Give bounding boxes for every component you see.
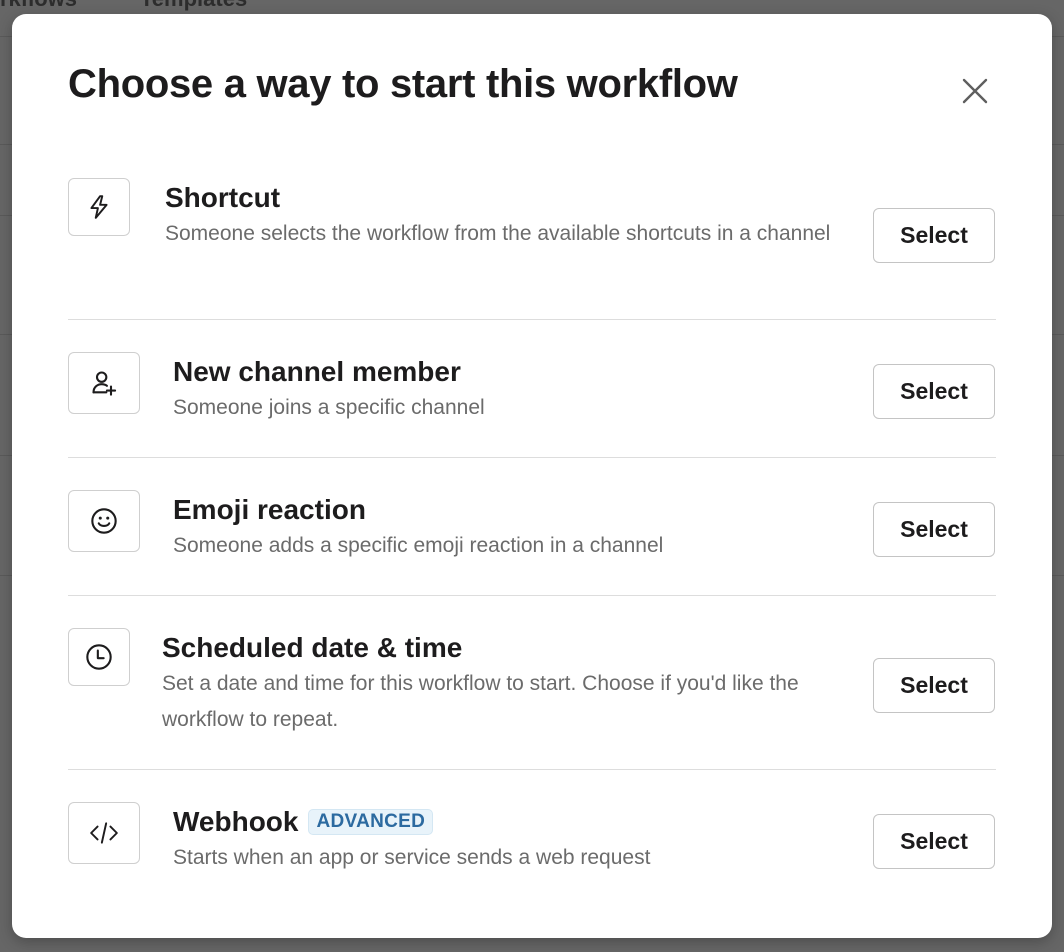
option-shortcut: Shortcut Someone selects the workflow fr… <box>68 178 996 308</box>
divider <box>68 595 996 596</box>
divider <box>68 457 996 458</box>
option-title: Scheduled date & time <box>162 632 463 663</box>
select-new-channel-member-button[interactable]: Select <box>873 364 995 419</box>
emoji-smile-icon <box>91 508 117 534</box>
clock-icon-box <box>68 628 130 686</box>
select-scheduled-date-time-button[interactable]: Select <box>873 658 995 713</box>
option-description: Set a date and time for this workflow to… <box>162 672 799 731</box>
user-add-icon <box>92 371 117 396</box>
bg-tab-workflows: rkflows <box>0 0 77 12</box>
clock-icon <box>86 644 112 670</box>
close-icon <box>962 78 988 104</box>
option-description: Someone adds a specific emoji reaction i… <box>173 534 664 557</box>
close-button[interactable] <box>958 74 992 108</box>
bg-tab-templates: Templates <box>140 0 247 12</box>
option-new-channel-member: New channel member Someone joins a speci… <box>68 352 996 452</box>
divider <box>68 769 996 770</box>
option-description: Starts when an app or service sends a we… <box>173 846 651 869</box>
shortcut-icon-box <box>68 178 130 236</box>
choose-trigger-modal: Choose a way to start this workflow Shor… <box>12 14 1052 938</box>
option-title-row: Webhook ADVANCED <box>173 806 863 838</box>
emoji-icon-box <box>68 490 140 552</box>
select-webhook-button[interactable]: Select <box>873 814 995 869</box>
member-icon-box <box>68 352 140 414</box>
lightning-bolt-icon <box>90 195 108 219</box>
modal-title: Choose a way to start this workflow <box>68 62 738 106</box>
divider <box>68 319 996 320</box>
option-title: New channel member <box>173 356 461 387</box>
select-emoji-reaction-button[interactable]: Select <box>873 502 995 557</box>
option-description: Someone joins a specific channel <box>173 396 485 419</box>
option-title: Webhook <box>173 806 299 837</box>
code-icon <box>90 822 118 844</box>
code-icon-box <box>68 802 140 864</box>
option-scheduled-date-time: Scheduled date & time Set a date and tim… <box>68 628 996 768</box>
option-webhook: Webhook ADVANCED Starts when an app or s… <box>68 802 996 902</box>
option-emoji-reaction: Emoji reaction Someone adds a specific e… <box>68 490 996 590</box>
option-title: Emoji reaction <box>173 494 366 525</box>
option-title: Shortcut <box>165 182 281 213</box>
advanced-badge: ADVANCED <box>308 809 434 835</box>
select-shortcut-button[interactable]: Select <box>873 208 995 263</box>
option-description: Someone selects the workflow from the av… <box>165 222 831 245</box>
